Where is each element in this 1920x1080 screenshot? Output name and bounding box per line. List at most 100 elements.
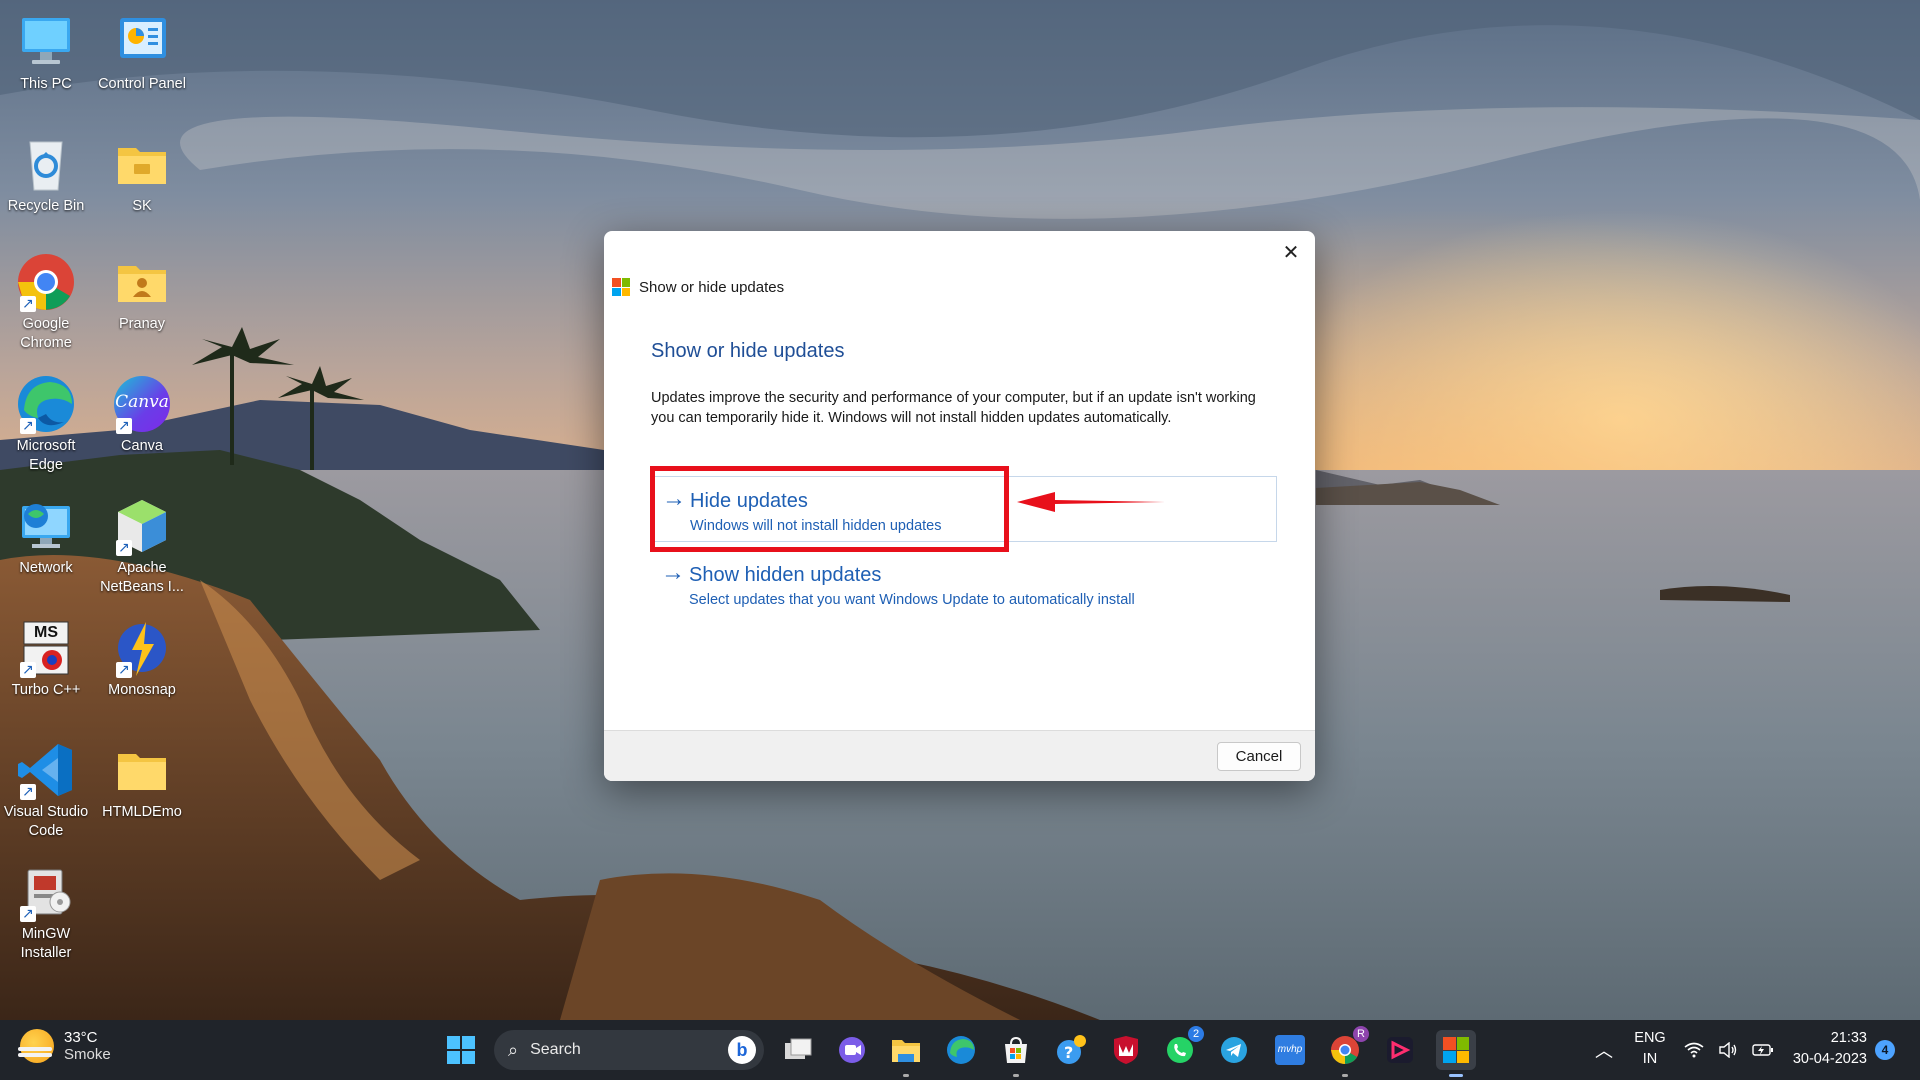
mcafee-shield-icon [1114,1036,1138,1064]
makemytrip-button[interactable]: mvhp [1270,1030,1310,1070]
annotation-highlight-box [650,466,1009,552]
teams-chat-button[interactable] [832,1030,872,1070]
start-button[interactable] [441,1030,481,1070]
folder-icon [892,1040,920,1062]
canva-icon: Canva [112,374,172,435]
weather-temperature: 33°C [64,1029,98,1046]
desktop-icon-label: Network [19,560,73,576]
turbo-cpp-icon: MS [16,618,76,679]
recycle-bin-icon [16,134,76,194]
canva-logo-text: Canva [115,392,169,412]
chrome-profile-badge: R [1353,1026,1369,1042]
desktop-icon-label: Visual Studio Code [3,804,89,839]
desktop-icon-label: MinGW Installer [20,926,72,961]
quick-settings-button[interactable] [1684,1020,1774,1080]
chrome-icon [16,252,76,313]
input-language-indicator[interactable]: ENG IN [1630,1028,1670,1070]
desktop-icon-visual-studio-code[interactable]: Visual Studio Code [0,740,92,841]
desktop-icon-pranay[interactable]: Pranay [96,252,188,334]
vscode-icon [16,740,76,801]
network-icon [16,496,76,556]
desktop-icon-label: Monosnap [108,682,176,698]
weather-description: Smoke [64,1046,111,1063]
store-icon [1005,1036,1027,1063]
windows-start-icon [447,1036,475,1064]
mcafee-button[interactable] [1106,1030,1146,1070]
clock-date[interactable]: 21:33 30-04-2023 [1785,1028,1867,1070]
desktop-icon-monosnap[interactable]: Monosnap [96,618,188,700]
desktop-icon-google-chrome[interactable]: Google Chrome [0,252,92,353]
turbo-logo-text: MS [34,624,58,641]
arrow-right-icon: → [661,559,685,586]
tray-overflow-button[interactable]: ︿ [1592,1020,1616,1080]
window-title-bar: Show or hide updates [612,278,784,296]
whatsapp-unread-badge: 2 [1188,1026,1204,1042]
screen-recorder-icon [1387,1037,1413,1063]
monitor-icon [16,12,76,72]
show-hidden-updates-option[interactable]: → Show hidden updates Select updates tha… [651,551,1277,617]
language-code: ENG [1634,1030,1666,1046]
desktop-icon-label: This PC [20,76,72,92]
clock-date-text: 30-04-2023 [1792,1051,1867,1067]
desktop-icon-recycle-bin[interactable]: Recycle Bin [0,134,92,216]
telegram-icon [1221,1037,1247,1063]
desktop-icon-control-panel[interactable]: Control Panel [96,12,188,94]
desktop-icon-network[interactable]: Network [0,496,92,578]
annotation-arrow-icon [1017,492,1165,512]
chat-icon [839,1037,865,1063]
desktop-icon-mingw-installer[interactable]: MinGW Installer [0,862,92,963]
option-subtitle: Select updates that you want Windows Upd… [689,592,1135,608]
desktop-icon-label: Pranay [119,316,165,332]
desktop-icon-turbo-cpp[interactable]: MS Turbo C++ [0,618,92,700]
wifi-icon [1684,1042,1704,1058]
dialog-heading: Show or hide updates [651,340,845,362]
task-view-button[interactable] [778,1030,818,1070]
chevron-up-icon: ︿ [1595,1041,1613,1061]
desktop-icon-label: HTMLDEmo [102,804,182,820]
notification-count-badge[interactable]: 4 [1875,1040,1895,1060]
taskbar-search-box[interactable]: ⌕ Search b [494,1030,764,1070]
window-title: Show or hide updates [639,278,785,296]
edge-taskbar-button[interactable] [941,1030,981,1070]
battery-charging-icon [1752,1044,1773,1056]
edge-icon [947,1036,975,1064]
get-help-button[interactable]: ? [1051,1030,1091,1070]
dialog-description: Updates improve the security and perform… [651,390,1256,426]
taskbar: 33°C Smoke ⌕ Search b ? 2 mvhp R ︿ ENG I… [0,1020,1920,1080]
close-button[interactable]: ✕ [1273,237,1309,267]
desktop-icon-htmldemo[interactable]: HTMLDEmo [96,740,188,822]
search-icon: ⌕ [508,1039,519,1060]
show-hide-updates-taskbar-button[interactable] [1436,1030,1476,1077]
desktop-icon-apache-netbeans[interactable]: Apache NetBeans I... [96,496,188,597]
telegram-button[interactable] [1214,1030,1254,1070]
desktop-icon-canva[interactable]: Canva Canva [96,374,188,456]
folder-icon [112,740,172,800]
chrome-taskbar-button[interactable]: R [1325,1026,1369,1077]
desktop-icon-label: Control Panel [98,76,186,92]
weather-smoke-icon [18,1029,54,1063]
netbeans-icon [112,496,172,557]
user-folder-icon [112,252,172,312]
monosnap-icon [112,618,172,679]
microsoft-store-button[interactable] [996,1030,1036,1077]
cancel-button[interactable]: Cancel [1217,742,1301,771]
weather-widget[interactable]: 33°C Smoke [18,1029,111,1063]
bing-icon[interactable]: b [728,1036,756,1064]
windows-logo-icon [612,278,630,296]
file-explorer-button[interactable] [886,1030,926,1077]
help-icon: ? [1057,1035,1086,1064]
svg-text:?: ? [1064,1043,1073,1062]
control-panel-icon [112,12,172,72]
whatsapp-button[interactable]: 2 [1160,1026,1204,1070]
installer-icon [16,862,76,923]
desktop-icon-sk[interactable]: SK [96,134,188,216]
edge-icon [16,374,76,435]
desktop-icon-label: Recycle Bin [7,198,85,214]
desktop-icon-label: Microsoft Edge [16,438,76,473]
desktop-icon-microsoft-edge[interactable]: Microsoft Edge [0,374,92,475]
desktop-icon-this-pc[interactable]: This PC [0,12,92,94]
dialog-footer: Cancel [604,730,1315,781]
windows-logo-icon [1443,1037,1469,1063]
desktop-icon-label: Turbo C++ [11,682,81,698]
monosnap-taskbar-button[interactable] [1380,1030,1420,1070]
